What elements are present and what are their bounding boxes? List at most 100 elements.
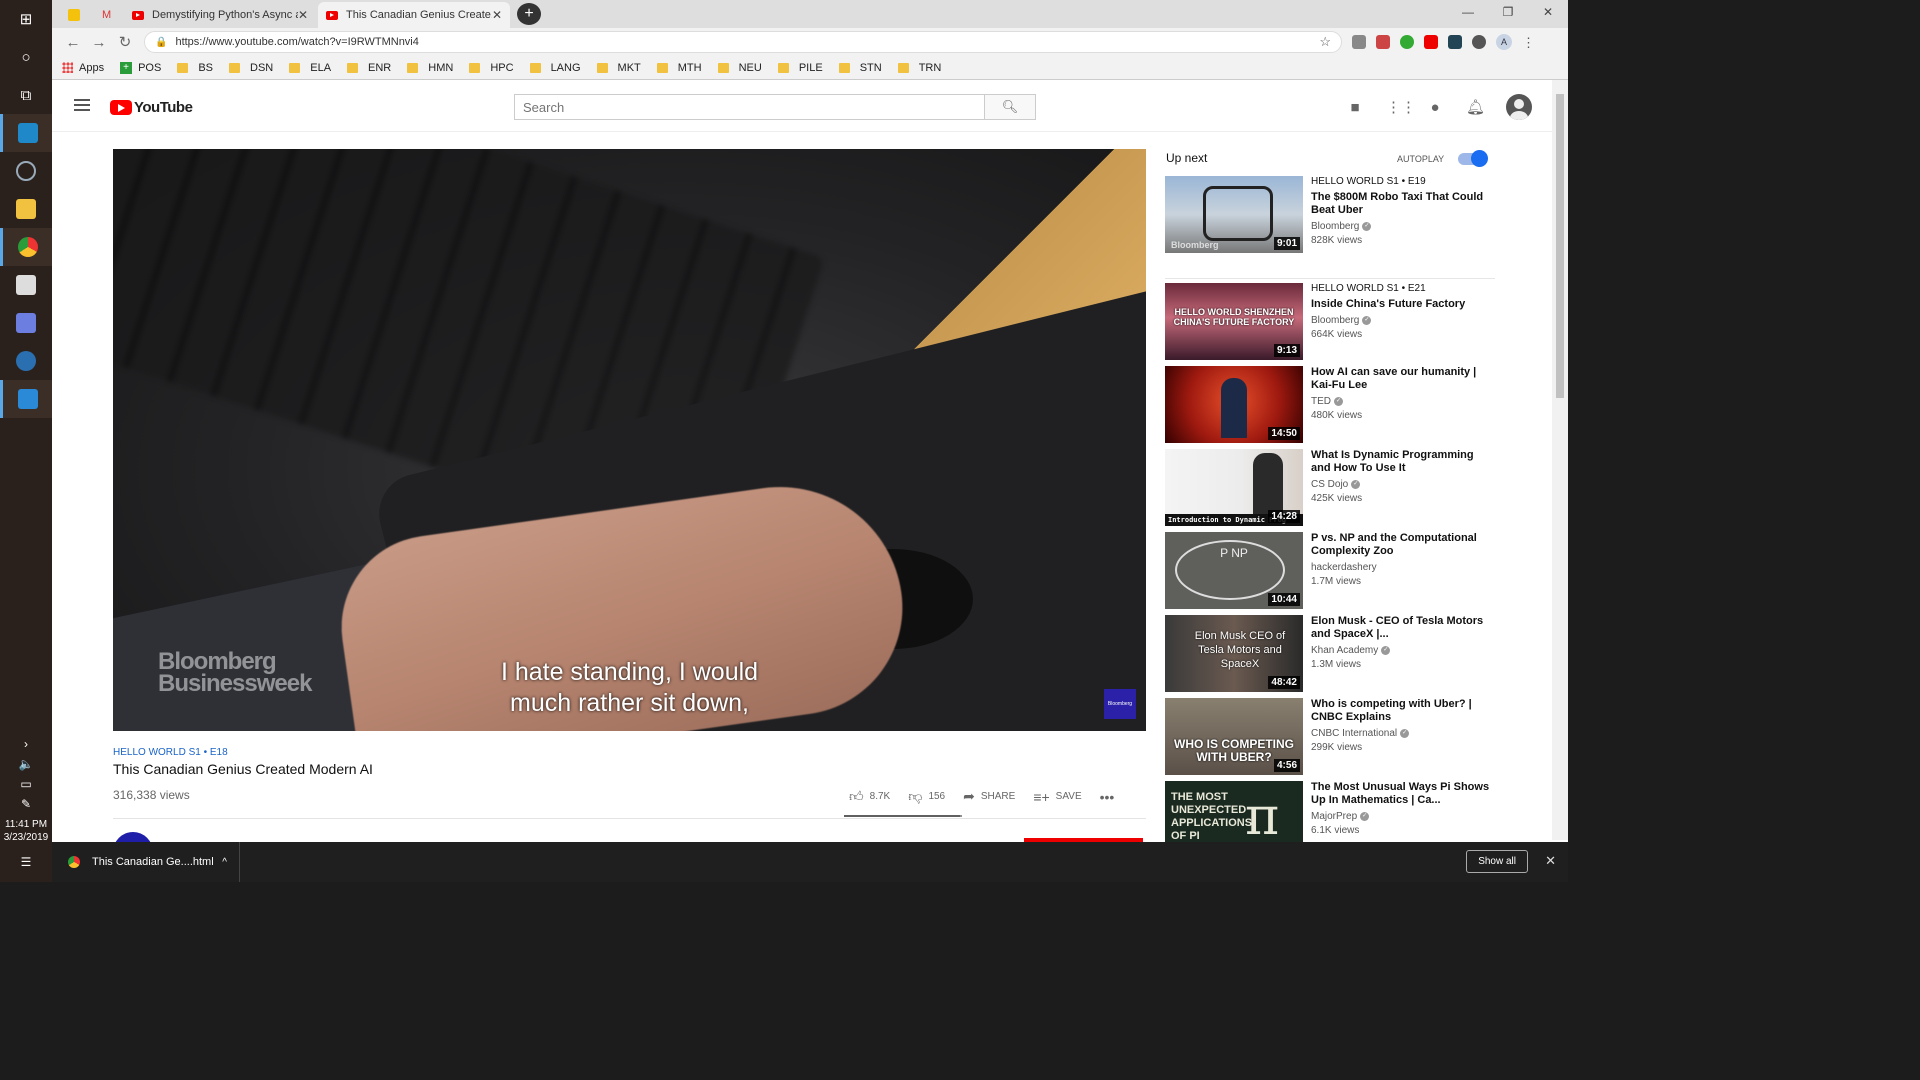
bookmark-folder-bs[interactable]: BS bbox=[177, 62, 213, 74]
search-button[interactable]: 🔍︎ bbox=[984, 94, 1036, 120]
create-video-icon[interactable]: ■ bbox=[1346, 99, 1364, 116]
taskbar-app-editor-icon[interactable] bbox=[0, 114, 52, 152]
bookmark-folder-ela[interactable]: ELA bbox=[289, 62, 331, 74]
taskbar-app-list-icon[interactable] bbox=[0, 266, 52, 304]
close-window-button[interactable]: ✕ bbox=[1528, 0, 1568, 24]
recommended-video[interactable]: WHO IS COMPETING WITH UBER? 4:56 Who is … bbox=[1165, 698, 1495, 781]
tab-close-icon[interactable]: ✕ bbox=[298, 8, 308, 22]
taskbar-chrome-icon[interactable] bbox=[0, 228, 52, 266]
extension-green-icon[interactable] bbox=[1400, 35, 1414, 49]
tab-close-icon[interactable]: ✕ bbox=[492, 8, 502, 22]
show-hidden-icons-chevron-icon[interactable]: › bbox=[24, 734, 28, 754]
extension-shield-icon[interactable] bbox=[1352, 35, 1366, 49]
video-thumbnail[interactable]: Bloomberg 9:01 bbox=[1165, 176, 1303, 253]
bookmark-folder-neu[interactable]: NEU bbox=[717, 62, 762, 74]
dislike-button[interactable]: 👎︎ 156 bbox=[908, 788, 945, 805]
video-thumbnail[interactable]: HELLO WORLD SHENZHEN CHINA'S FUTURE FACT… bbox=[1165, 283, 1303, 360]
video-thumbnail[interactable]: Introduction to Dynamic Prog 14:28 bbox=[1165, 449, 1303, 526]
share-button[interactable]: ➦ SHARE bbox=[963, 788, 1015, 805]
address-bar[interactable]: 🔒 https://www.youtube.com/watch?v=I9RWTM… bbox=[144, 31, 1342, 53]
system-clock[interactable]: 11:41 PM 3/23/2019 bbox=[4, 818, 49, 844]
video-thumbnail[interactable]: P NP 10:44 bbox=[1165, 532, 1303, 609]
autoplay-toggle[interactable] bbox=[1458, 150, 1489, 167]
lock-icon[interactable]: 🔒 bbox=[155, 37, 167, 48]
bookmark-pos[interactable]: + POS bbox=[120, 61, 161, 74]
taskbar-file-explorer-icon[interactable] bbox=[0, 190, 52, 228]
bookmark-folder-mth[interactable]: MTH bbox=[656, 62, 702, 74]
save-button[interactable]: ≡+ SAVE bbox=[1033, 789, 1081, 805]
like-button[interactable]: 👍︎ 8.7K bbox=[849, 788, 890, 805]
recommended-video[interactable]: Elon Musk CEO of Tesla Motors and SpaceX… bbox=[1165, 615, 1495, 698]
bookmark-folder-hmn[interactable]: HMN bbox=[407, 62, 453, 74]
search-input[interactable] bbox=[514, 94, 986, 120]
video-hashtags[interactable]: HELLO WORLD S1 • E18 bbox=[113, 747, 228, 758]
scrollbar-thumb[interactable] bbox=[1556, 94, 1564, 398]
video-title: This Canadian Genius Created Modern AI bbox=[113, 761, 373, 777]
taskbar-vscode-icon[interactable] bbox=[0, 380, 52, 418]
guide-menu-icon[interactable] bbox=[74, 99, 90, 111]
pinned-tab-gmail[interactable]: M bbox=[94, 2, 124, 28]
recommended-video[interactable]: 14:50 How AI can save our humanity | Kai… bbox=[1165, 366, 1495, 449]
network-icon[interactable]: ▭ bbox=[20, 774, 31, 794]
account-avatar[interactable] bbox=[1506, 94, 1532, 120]
reload-button[interactable]: ↻ bbox=[112, 33, 138, 51]
windows-start-icon[interactable]: ⊞ bbox=[0, 0, 52, 38]
recommended-video[interactable]: Introduction to Dynamic Prog 14:28 What … bbox=[1165, 449, 1495, 532]
action-center-icon[interactable]: ☰ bbox=[21, 852, 32, 872]
channel-watermark-badge[interactable]: Bloomberg bbox=[1104, 689, 1136, 719]
menu-kebab-icon[interactable]: ⋮ bbox=[1522, 35, 1535, 50]
extension-youtube-icon[interactable] bbox=[1424, 35, 1438, 49]
recommended-video[interactable]: HELLO WORLD SHENZHEN CHINA'S FUTURE FACT… bbox=[1165, 283, 1495, 366]
back-button[interactable]: ← bbox=[60, 34, 86, 51]
extension-gear-icon[interactable] bbox=[1472, 35, 1486, 49]
autoplay-control: AUTOPLAY bbox=[1397, 150, 1489, 167]
taskbar-app-clock-icon[interactable] bbox=[0, 152, 52, 190]
download-item[interactable]: This Canadian Ge....html ^ bbox=[52, 842, 240, 882]
bookmark-folder-hpc[interactable]: HPC bbox=[469, 62, 514, 74]
messages-icon[interactable]: ● bbox=[1426, 99, 1444, 116]
page-scrollbar[interactable] bbox=[1552, 80, 1568, 840]
video-views: 828K views bbox=[1311, 235, 1363, 246]
profile-avatar[interactable]: A bbox=[1496, 34, 1512, 50]
task-view-icon[interactable]: ⧉ bbox=[0, 76, 52, 114]
bookmark-folder-trn[interactable]: TRN bbox=[897, 62, 941, 74]
chevron-up-icon[interactable]: ^ bbox=[222, 857, 227, 868]
forward-button[interactable]: → bbox=[86, 34, 112, 51]
chrome-file-icon bbox=[68, 856, 80, 868]
bookmark-folder-lang[interactable]: LANG bbox=[529, 62, 581, 74]
bookmark-folder-pile[interactable]: PILE bbox=[777, 62, 823, 74]
video-thumbnail[interactable]: 14:50 bbox=[1165, 366, 1303, 443]
bookmark-folder-dsn[interactable]: DSN bbox=[229, 62, 273, 74]
apps-grid-icon[interactable]: ⋮⋮ bbox=[1386, 98, 1416, 116]
bookmark-folder-enr[interactable]: ENR bbox=[347, 62, 391, 74]
youtube-logo[interactable]: YouTube bbox=[110, 99, 193, 116]
extension-red-icon[interactable] bbox=[1376, 35, 1390, 49]
bookmark-star-icon[interactable]: ☆ bbox=[1319, 34, 1331, 50]
bookmark-folder-stn[interactable]: STN bbox=[838, 62, 882, 74]
extension-new-icon[interactable] bbox=[1448, 35, 1462, 49]
notifications-bell-icon[interactable]: 🔔︎ bbox=[1466, 98, 1485, 116]
video-thumbnail[interactable]: WHO IS COMPETING WITH UBER? 4:56 bbox=[1165, 698, 1303, 775]
restore-button[interactable]: ❐ bbox=[1488, 0, 1528, 24]
folder-icon bbox=[289, 62, 301, 73]
cortana-search-icon[interactable]: ○ bbox=[0, 38, 52, 76]
taskbar-steam-icon[interactable] bbox=[0, 342, 52, 380]
pinned-tab-keep[interactable] bbox=[60, 2, 98, 28]
more-actions-button[interactable]: ••• bbox=[1100, 789, 1121, 805]
taskbar-app-discord-icon[interactable] bbox=[0, 304, 52, 342]
video-thumbnail[interactable]: Elon Musk CEO of Tesla Motors and SpaceX… bbox=[1165, 615, 1303, 692]
recommended-video[interactable]: Bloomberg 9:01 HELLO WORLD S1 • E19 The … bbox=[1165, 176, 1495, 279]
tab-canadian-genius[interactable]: This Canadian Genius Create... ✕ bbox=[318, 2, 510, 28]
close-download-bar-icon[interactable]: ✕ bbox=[1545, 853, 1556, 869]
video-duration: 14:28 bbox=[1268, 510, 1300, 523]
minimize-button[interactable]: — bbox=[1448, 0, 1488, 24]
bookmark-folder-mkt[interactable]: MKT bbox=[596, 62, 641, 74]
show-all-downloads-button[interactable]: Show all bbox=[1466, 850, 1528, 873]
tab-python-async[interactable]: Demystifying Python's Async and... ✕ bbox=[124, 2, 316, 28]
bookmark-apps[interactable]: Apps bbox=[62, 62, 104, 74]
new-tab-button[interactable]: + bbox=[517, 3, 541, 25]
video-player[interactable]: Bloomberg Businessweek I hate standing, … bbox=[113, 149, 1146, 731]
pen-icon[interactable]: ✎ bbox=[21, 794, 31, 814]
recommended-video[interactable]: P NP 10:44 P vs. NP and the Computationa… bbox=[1165, 532, 1495, 615]
volume-icon[interactable]: 🔈 bbox=[19, 754, 34, 774]
